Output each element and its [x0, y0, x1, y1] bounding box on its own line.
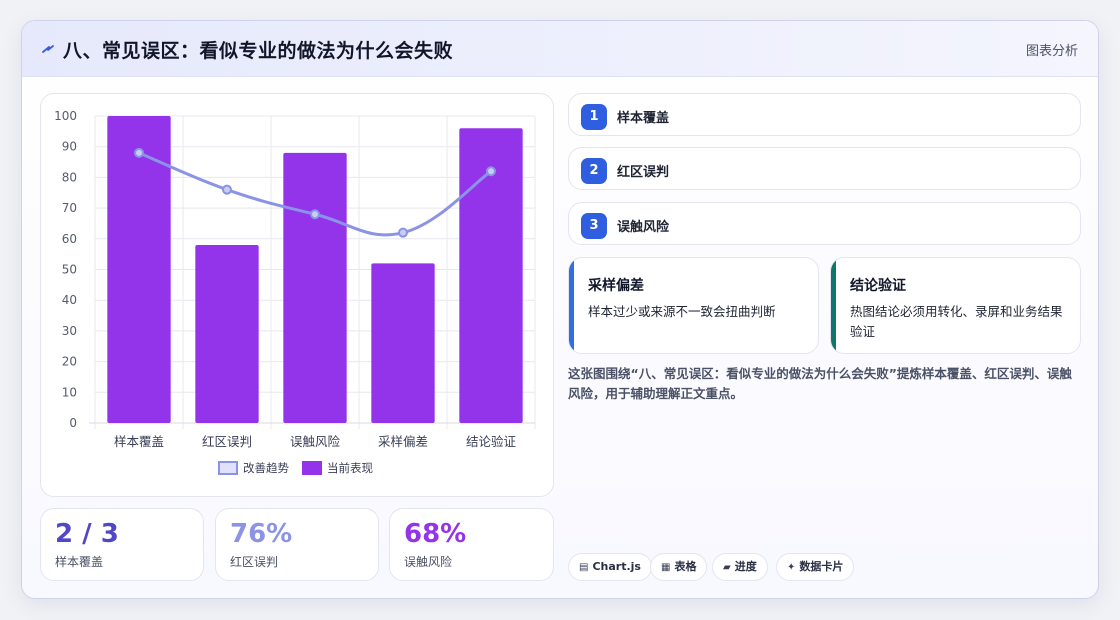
bar [283, 152, 347, 423]
y-tick-label: 60 [62, 232, 77, 246]
trend-point [222, 184, 232, 195]
accent-bar [831, 258, 836, 353]
info-card-body: 样本过少或来源不一致会扭曲判断 [588, 304, 776, 319]
y-tick-label: 10 [62, 385, 77, 399]
page-title: 八、常见误区：看似专业的做法为什么会失败 [63, 40, 454, 62]
table-icon: ▦ [661, 562, 671, 573]
trend-point [310, 209, 320, 220]
y-tick-label: 80 [62, 170, 77, 184]
sparkle-icon: ✦ [787, 562, 796, 573]
step-label: 样本覆盖 [617, 111, 670, 126]
stat-value: 2 / 3 [55, 519, 119, 549]
step-number-badge: 2 [581, 158, 607, 184]
main-card: 八、常见误区：看似专业的做法为什么会失败 图表分析 0 10 20 30 40 50 60 7… [21, 20, 1099, 599]
stat-card: 76% 红区误判 [215, 508, 379, 581]
step-number-badge: 3 [581, 213, 607, 239]
y-tick-label: 40 [62, 293, 77, 307]
stat-value: 76% [230, 519, 293, 549]
x-tick-label: 结论验证 [466, 434, 517, 449]
chart-icon: ▤ [579, 562, 589, 573]
bar [195, 244, 259, 423]
legend-label: 改善趋势 [243, 461, 289, 475]
step-label: 误触风险 [617, 220, 670, 235]
chip-table[interactable]: ▦ 表格 [650, 553, 708, 581]
legend-swatch [218, 461, 238, 475]
progress-icon: ▰ [723, 562, 731, 573]
step-label: 红区误判 [617, 165, 670, 180]
y-tick-label: 20 [62, 355, 77, 369]
chart-panel: 0 10 20 30 40 50 60 70 80 90 100 样本覆盖 红区误判 误触风险 采样偏差 结论… [40, 93, 554, 497]
step-item[interactable]: 3 误触风险 [568, 202, 1081, 245]
trend-point [398, 227, 408, 238]
stat-label: 红区误判 [230, 555, 279, 569]
stat-label: 误触风险 [404, 555, 453, 569]
chip-progress[interactable]: ▰ 进度 [712, 553, 768, 581]
stat-value: 68% [404, 519, 467, 549]
legend-label: 当前表现 [327, 461, 373, 475]
info-card-title: 结论验证 [850, 278, 906, 294]
chart-description: 这张图围绕“八、常见误区：看似专业的做法为什么会失败”提炼样本覆盖、红区误判、误… [568, 366, 1072, 401]
bar [371, 263, 435, 423]
y-tick-label: 90 [62, 140, 77, 154]
combo-chart: 0 10 20 30 40 50 60 70 80 90 100 样本覆盖 红区误判 误触风险 采样偏差 结论… [54, 109, 536, 475]
legend-swatch [302, 461, 322, 475]
lightning-icon [42, 45, 54, 53]
step-item[interactable]: 2 红区误判 [568, 147, 1081, 190]
x-tick-label: 红区误判 [202, 434, 252, 449]
section-tag: 图表分析 [1025, 44, 1078, 59]
chip-chartjs[interactable]: ▤ Chart.js [568, 553, 652, 581]
trend-point [486, 166, 496, 177]
x-tick-label: 采样偏差 [378, 434, 428, 449]
chip-label: Chart.js [592, 560, 641, 573]
stat-card: 68% 误触风险 [389, 508, 554, 581]
info-card-body: 热图结论必须用转化、录屏和业务结果验证 [850, 304, 1063, 339]
y-tick-label: 50 [62, 263, 77, 277]
accent-bar [569, 258, 574, 353]
y-tick-label: 0 [69, 416, 77, 430]
y-tick-label: 100 [54, 109, 77, 123]
stat-label: 样本覆盖 [55, 555, 104, 569]
info-card-title: 采样偏差 [588, 278, 644, 294]
y-tick-label: 30 [62, 324, 77, 338]
step-number-badge: 1 [581, 104, 607, 130]
step-item[interactable]: 1 样本覆盖 [568, 93, 1081, 136]
trend-point [134, 147, 144, 158]
page-header: 八、常见误区：看似专业的做法为什么会失败 图表分析 [22, 21, 1098, 77]
stat-card: 2 / 3 样本覆盖 [40, 508, 204, 581]
info-card-sampling-bias: 采样偏差 样本过少或来源不一致会扭曲判断 [568, 257, 819, 354]
chip-label: 数据卡片 [799, 560, 844, 573]
x-tick-label: 误触风险 [290, 434, 341, 449]
chip-label: 表格 [674, 560, 697, 573]
chip-data-card[interactable]: ✦ 数据卡片 [776, 553, 855, 581]
info-card-conclusion-check: 结论验证 热图结论必须用转化、录屏和业务结果验证 [830, 257, 1081, 354]
x-tick-label: 样本覆盖 [114, 434, 164, 449]
y-tick-label: 70 [62, 201, 77, 215]
chip-label: 进度 [734, 560, 757, 573]
